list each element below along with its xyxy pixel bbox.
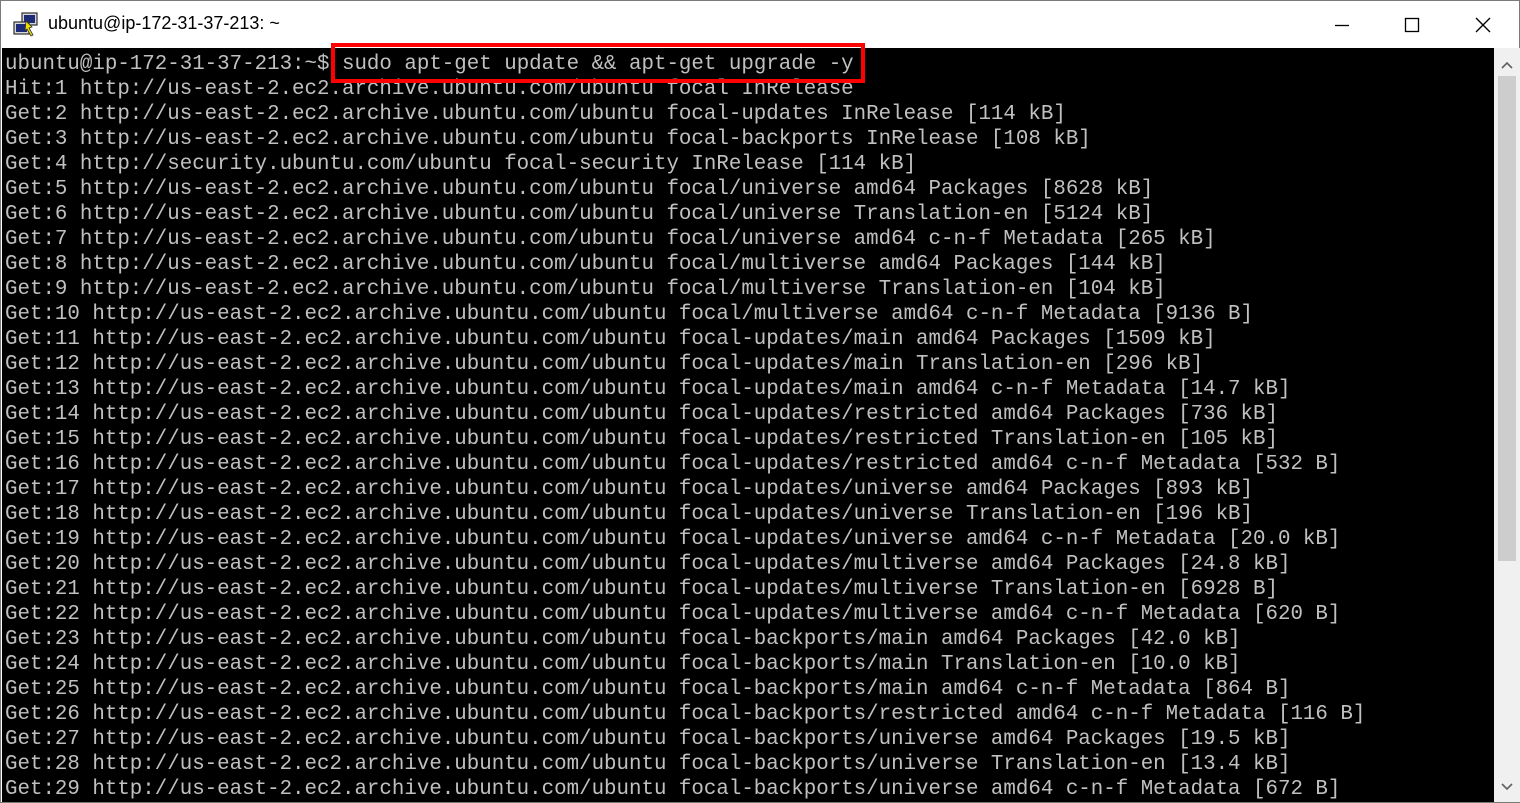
output-line: Get:25 http://us-east-2.ec2.archive.ubun… (5, 678, 1291, 701)
output-line: Get:22 http://us-east-2.ec2.archive.ubun… (5, 603, 1341, 626)
output-line: Get:17 http://us-east-2.ec2.archive.ubun… (5, 478, 1254, 501)
scroll-thumb[interactable] (1498, 76, 1516, 561)
output-line: Get:9 http://us-east-2.ec2.archive.ubunt… (5, 278, 1166, 301)
output-line: Get:19 http://us-east-2.ec2.archive.ubun… (5, 528, 1341, 551)
terminal-output: ubuntu@ip-172-31-37-213:~$ sudo apt-get … (5, 52, 1365, 802)
maximize-button[interactable] (1377, 1, 1447, 48)
title-bar[interactable]: ubuntu@ip-172-31-37-213: ~ (1, 1, 1519, 48)
output-line: Hit:1 http://us-east-2.ec2.archive.ubunt… (5, 78, 854, 101)
output-line: Get:10 http://us-east-2.ec2.archive.ubun… (5, 303, 1254, 326)
output-line: Get:28 http://us-east-2.ec2.archive.ubun… (5, 753, 1291, 776)
terminal-screen[interactable]: ubuntu@ip-172-31-37-213:~$ sudo apt-get … (2, 48, 1494, 802)
output-line: Get:16 http://us-east-2.ec2.archive.ubun… (5, 453, 1341, 476)
output-line: Get:23 http://us-east-2.ec2.archive.ubun… (5, 628, 1241, 651)
typed-command: sudo apt-get update && apt-get upgrade -… (341, 53, 854, 76)
scroll-down-button[interactable] (1494, 774, 1520, 800)
output-line: Get:6 http://us-east-2.ec2.archive.ubunt… (5, 203, 1154, 226)
scroll-down-arrow-icon (1501, 783, 1513, 791)
output-line: Get:29 http://us-east-2.ec2.archive.ubun… (5, 778, 1341, 801)
scroll-up-arrow-icon (1501, 61, 1513, 69)
output-line: Get:13 http://us-east-2.ec2.archive.ubun… (5, 378, 1291, 401)
output-line: Get:2 http://us-east-2.ec2.archive.ubunt… (5, 103, 1066, 126)
window-title: ubuntu@ip-172-31-37-213: ~ (48, 13, 280, 33)
putty-window: ubuntu@ip-172-31-37-213: ~ ubuntu@ip-172… (0, 0, 1520, 803)
maximize-icon (1404, 17, 1420, 32)
output-line: Get:5 http://us-east-2.ec2.archive.ubunt… (5, 178, 1154, 201)
shell-prompt: ubuntu@ip-172-31-37-213:~$ (5, 53, 342, 76)
putty-icon[interactable] (13, 12, 39, 38)
close-icon (1475, 17, 1491, 32)
output-line: Get:21 http://us-east-2.ec2.archive.ubun… (5, 578, 1278, 601)
output-line: Get:26 http://us-east-2.ec2.archive.ubun… (5, 703, 1366, 726)
output-line: Get:4 http://security.ubuntu.com/ubuntu … (5, 153, 917, 176)
output-line: Get:24 http://us-east-2.ec2.archive.ubun… (5, 653, 1241, 676)
minimize-icon (1335, 24, 1349, 26)
output-line: Get:14 http://us-east-2.ec2.archive.ubun… (5, 403, 1278, 426)
minimize-button[interactable] (1307, 1, 1377, 48)
output-line: Get:20 http://us-east-2.ec2.archive.ubun… (5, 553, 1291, 576)
close-button[interactable] (1448, 1, 1518, 48)
output-line: Get:7 http://us-east-2.ec2.archive.ubunt… (5, 228, 1216, 251)
output-line: Get:8 http://us-east-2.ec2.archive.ubunt… (5, 253, 1166, 276)
output-line: Get:27 http://us-east-2.ec2.archive.ubun… (5, 728, 1291, 751)
output-line: Get:15 http://us-east-2.ec2.archive.ubun… (5, 428, 1278, 451)
scroll-up-button[interactable] (1494, 52, 1520, 78)
output-line: Get:3 http://us-east-2.ec2.archive.ubunt… (5, 128, 1091, 151)
output-line: Get:12 http://us-east-2.ec2.archive.ubun… (5, 353, 1204, 376)
vertical-scrollbar[interactable] (1494, 48, 1520, 802)
output-line: Get:11 http://us-east-2.ec2.archive.ubun… (5, 328, 1216, 351)
output-line: Get:18 http://us-east-2.ec2.archive.ubun… (5, 503, 1254, 526)
command-line: ubuntu@ip-172-31-37-213:~$ sudo apt-get … (5, 52, 1365, 77)
